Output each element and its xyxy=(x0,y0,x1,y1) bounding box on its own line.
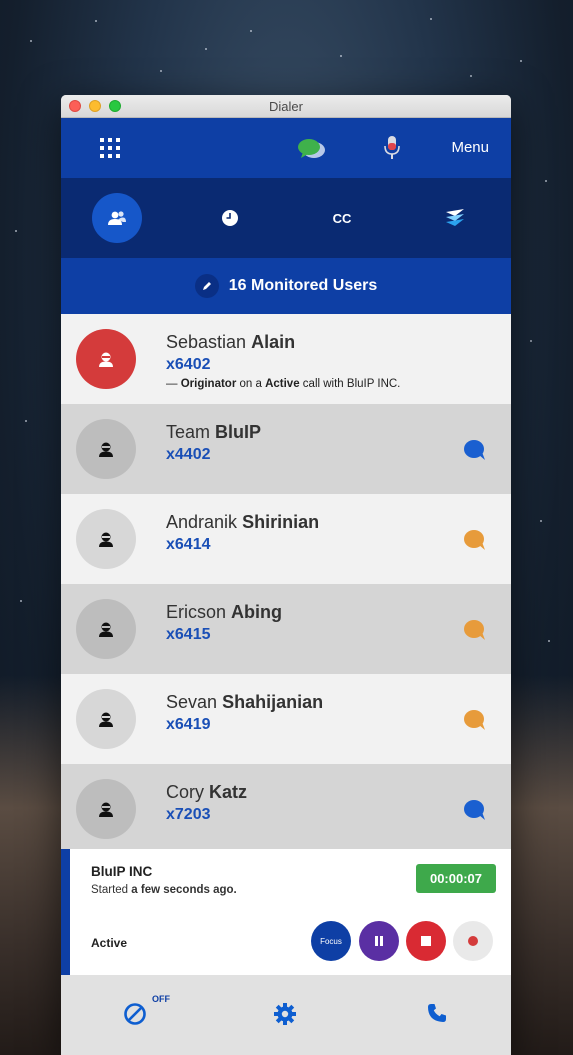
user-avatar xyxy=(76,329,136,389)
user-name: Andranik Shirinian xyxy=(166,512,320,532)
user-icon xyxy=(99,712,113,727)
user-avatar xyxy=(76,419,136,479)
do-not-disturb-button[interactable] xyxy=(123,1002,147,1031)
pause-icon xyxy=(375,936,383,946)
chat-bubble-icon[interactable] xyxy=(463,799,487,826)
user-extension[interactable]: x6414 xyxy=(166,536,211,554)
user-name: Sebastian Alain xyxy=(166,332,296,352)
title-bar: Dialer xyxy=(61,95,511,118)
call-party-name: BluIP INC xyxy=(91,864,153,879)
tab-history[interactable] xyxy=(205,193,255,243)
call-state: Active xyxy=(91,936,128,950)
bottom-bar: OFF xyxy=(61,975,511,1055)
user-call-status: — Originator on a Active call with BluIP… xyxy=(166,378,401,390)
settings-button[interactable] xyxy=(273,1002,297,1031)
user-name: Sevan Shahijanian xyxy=(166,692,324,712)
record-button[interactable] xyxy=(453,921,493,961)
phone-button[interactable] xyxy=(427,1003,447,1028)
monitored-user-list: Sebastian Alain x6402 — Originator on a … xyxy=(61,314,511,850)
user-icon xyxy=(99,352,113,367)
user-name: Cory Katz xyxy=(166,782,248,802)
chat-bubble-icon[interactable] xyxy=(463,709,487,736)
user-row[interactable]: Sevan Shahijanian x6419 xyxy=(61,674,511,764)
user-avatar xyxy=(76,509,136,569)
chat-bubble-icon[interactable] xyxy=(463,439,487,466)
gear-icon xyxy=(274,1003,296,1025)
stop-icon xyxy=(421,936,431,946)
user-extension[interactable]: x6419 xyxy=(166,716,211,734)
user-extension[interactable]: x6402 xyxy=(166,356,211,374)
user-row[interactable]: Team BluIP x4402 xyxy=(61,404,511,494)
microphone-icon[interactable] xyxy=(384,135,400,166)
layers-icon xyxy=(446,209,464,226)
pencil-icon xyxy=(202,282,211,290)
chat-bubble-icon[interactable] xyxy=(463,619,487,646)
dialpad-icon[interactable] xyxy=(100,138,122,160)
menu-button[interactable]: Menu xyxy=(451,139,489,156)
tab-queues[interactable] xyxy=(430,193,480,243)
user-icon xyxy=(99,802,113,817)
dnd-state-label: OFF xyxy=(152,994,170,1004)
user-name: Team BluIP xyxy=(166,422,262,442)
phone-icon xyxy=(428,1004,446,1022)
view-tabs: CC xyxy=(61,178,511,258)
contacts-icon xyxy=(108,211,126,225)
user-icon xyxy=(99,442,113,457)
chat-bubble-icon[interactable] xyxy=(463,529,487,556)
call-timer: 00:00:07 xyxy=(416,864,496,893)
monitored-users-header: 16 Monitored Users xyxy=(61,258,511,314)
top-toolbar: Menu xyxy=(61,118,511,178)
pause-button[interactable] xyxy=(359,921,399,961)
hang-up-button[interactable] xyxy=(406,921,446,961)
call-accent-bar xyxy=(61,849,70,975)
window-title: Dialer xyxy=(269,99,303,114)
edit-monitored-button[interactable] xyxy=(194,274,219,298)
dialer-window: Dialer Menu CC 16 Monitored Users Sebast… xyxy=(61,95,511,1055)
user-row[interactable]: Ericson Abing x6415 xyxy=(61,584,511,674)
chat-icon[interactable] xyxy=(297,137,327,166)
user-extension[interactable]: x6415 xyxy=(166,626,211,644)
user-avatar xyxy=(76,689,136,749)
clock-icon xyxy=(222,210,238,226)
tab-monitored-users[interactable] xyxy=(92,193,142,243)
user-avatar xyxy=(76,779,136,839)
user-extension[interactable]: x4402 xyxy=(166,446,211,464)
focus-button[interactable]: Focus xyxy=(311,921,351,961)
record-icon xyxy=(468,936,478,946)
call-started-text: Started a few seconds ago. xyxy=(91,884,237,896)
monitored-users-count: 16 Monitored Users xyxy=(228,277,378,294)
do-not-disturb-icon xyxy=(124,1003,146,1025)
tab-call-center[interactable]: CC xyxy=(317,193,367,243)
user-row[interactable]: Cory Katz x7203 xyxy=(61,764,511,850)
user-extension[interactable]: x7203 xyxy=(166,806,211,824)
user-icon xyxy=(99,532,113,547)
user-row[interactable]: Andranik Shirinian x6414 xyxy=(61,494,511,584)
user-name: Ericson Abing xyxy=(166,602,283,622)
user-avatar xyxy=(76,599,136,659)
user-row[interactable]: Sebastian Alain x6402 — Originator on a … xyxy=(61,314,511,404)
active-call-panel: BluIP INC Started a few seconds ago. 00:… xyxy=(61,849,511,975)
user-icon xyxy=(99,622,113,637)
